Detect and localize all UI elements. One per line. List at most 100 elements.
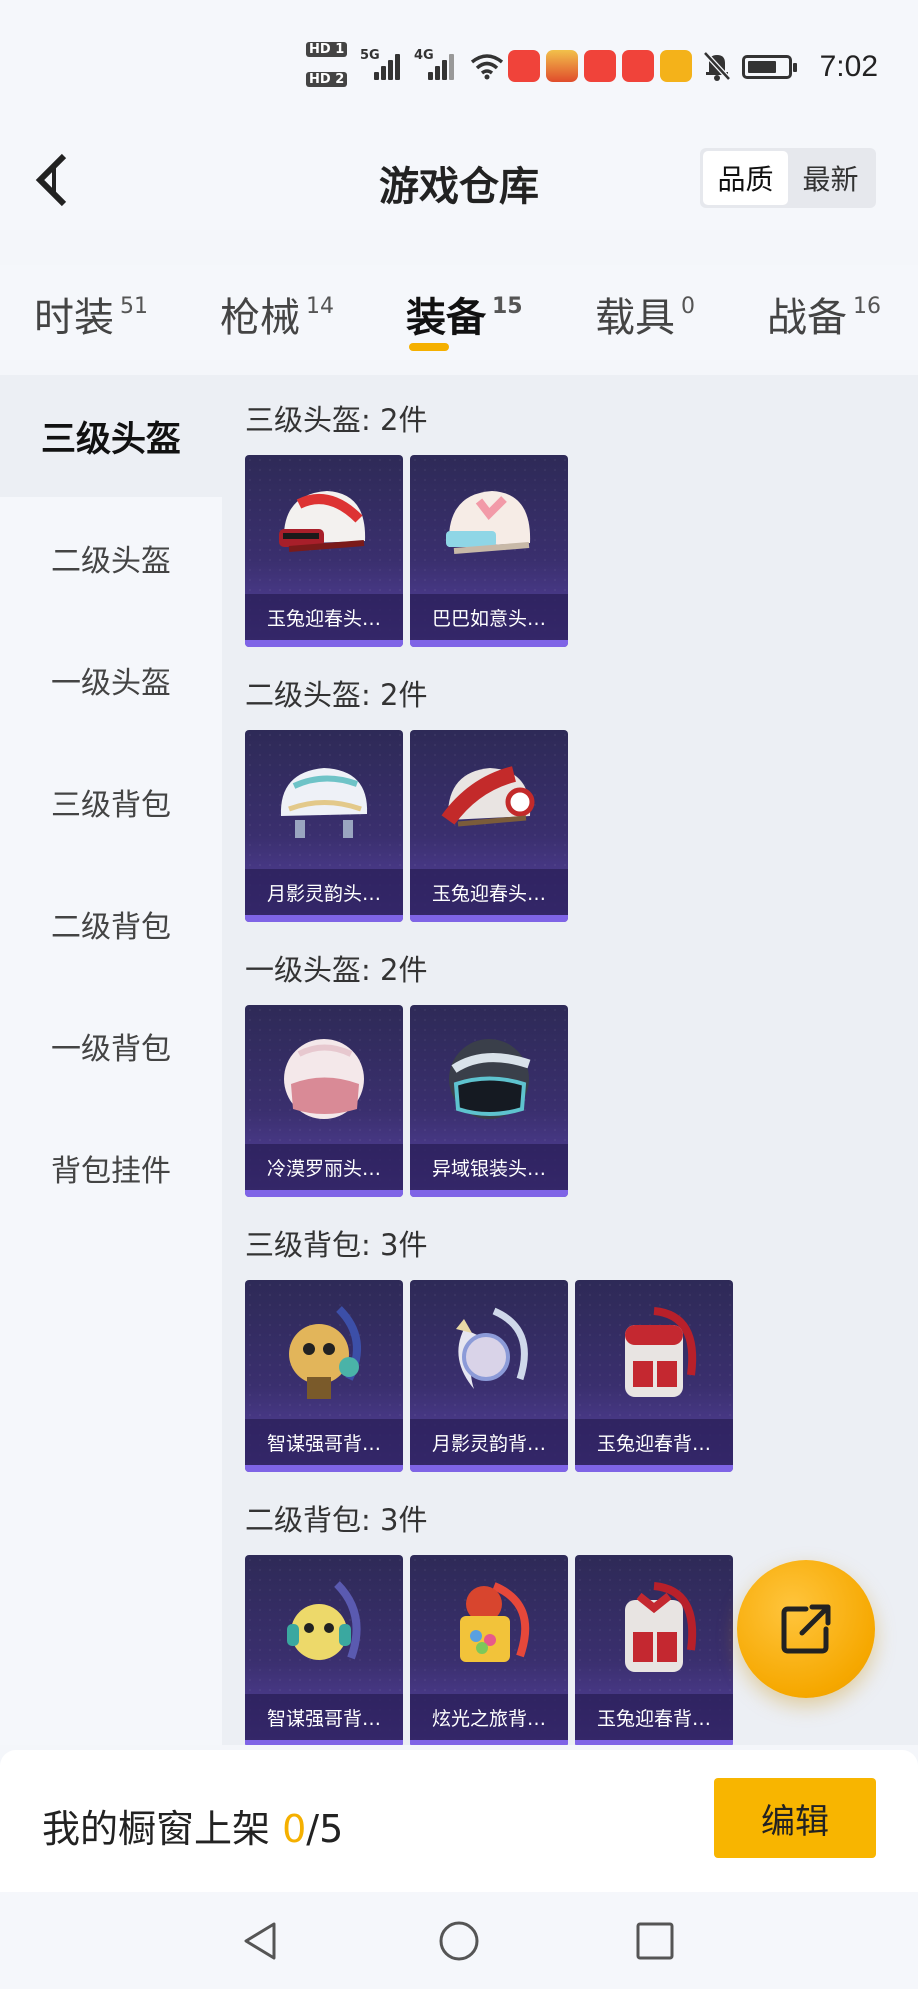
helmet-icon: [259, 1015, 389, 1143]
tab-firearms[interactable]: 枪械 14: [220, 285, 334, 343]
game-app-icon: [546, 50, 578, 82]
tab-count: 14: [306, 294, 334, 319]
section-title: 三级背包: 3件: [245, 1228, 428, 1262]
sidebar-item-backpack-charm[interactable]: 背包挂件: [0, 1107, 222, 1229]
rarity-bar: [245, 1740, 403, 1745]
showcase-count: 0: [282, 1807, 307, 1851]
sidebar-item-lv3-backpack[interactable]: 三级背包: [0, 741, 222, 863]
item-card[interactable]: 智谋强哥背…: [245, 1280, 403, 1472]
item-card[interactable]: 玉兔迎春背…: [575, 1555, 733, 1745]
nav-home-icon[interactable]: [438, 1920, 480, 1962]
sort-toggle: 品质 最新: [700, 148, 876, 208]
item-card[interactable]: 冷漠罗丽头…: [245, 1005, 403, 1197]
backpack-icon: [259, 1565, 389, 1693]
showcase-total: /5: [306, 1807, 344, 1851]
showcase-label: 我的橱窗上架: [42, 1807, 271, 1851]
rarity-bar: [245, 640, 403, 647]
huawei-app-icon-3: [622, 50, 654, 82]
sidebar-item-lv2-backpack[interactable]: 二级背包: [0, 863, 222, 985]
backpack-icon: [424, 1565, 554, 1693]
helmet-icon: [259, 465, 389, 593]
header: 游戏仓库 品质 最新: [0, 130, 918, 230]
item-name: 月影灵韵头…: [245, 869, 403, 915]
rarity-bar: [410, 640, 568, 647]
helmet-icon: [424, 465, 554, 593]
huawei-app-icon-2: [584, 50, 616, 82]
sidebar-item-lv1-backpack[interactable]: 一级背包: [0, 985, 222, 1107]
wifi-icon: [470, 54, 504, 80]
tab-count: 15: [492, 294, 523, 319]
item-card[interactable]: 月影灵韵头…: [245, 730, 403, 922]
edit-button[interactable]: 编辑: [714, 1778, 876, 1858]
battery-icon: [742, 55, 797, 79]
rarity-bar: [410, 915, 568, 922]
system-navigation-bar: [0, 1892, 918, 1989]
rarity-bar: [245, 1465, 403, 1472]
tab-count: 51: [120, 294, 148, 319]
active-tab-indicator: [409, 343, 449, 351]
helmet-icon: [259, 740, 389, 868]
rarity-bar: [410, 1740, 568, 1745]
helmet-icon: [424, 740, 554, 868]
item-name: 月影灵韵背…: [410, 1419, 568, 1465]
mute-bell-icon: [703, 51, 731, 81]
section-title: 二级背包: 3件: [245, 1503, 428, 1537]
tab-combat-gear[interactable]: 战备 16: [767, 285, 881, 343]
item-card[interactable]: 巴巴如意头…: [410, 455, 568, 647]
rarity-bar: [410, 1190, 568, 1197]
item-card[interactable]: 智谋强哥背…: [245, 1555, 403, 1745]
rarity-bar: [575, 1740, 733, 1745]
item-name: 玉兔迎春背…: [575, 1419, 733, 1465]
camera-app-icon: [660, 50, 692, 82]
item-name: 玉兔迎春头…: [410, 869, 568, 915]
item-name: 巴巴如意头…: [410, 594, 568, 640]
huawei-app-icon: [508, 50, 540, 82]
item-card[interactable]: 玉兔迎春头…: [410, 730, 568, 922]
clock: 7:02: [819, 50, 878, 83]
item-name: 玉兔迎春头…: [245, 594, 403, 640]
hd1-indicator: HD 1: [306, 42, 348, 57]
sidebar: 三级头盔 二级头盔 一级头盔 三级背包 二级背包 一级背包 背包挂件: [0, 375, 222, 1745]
tab-vehicles[interactable]: 载具 0: [595, 285, 695, 343]
item-card[interactable]: 玉兔迎春头…: [245, 455, 403, 647]
backpack-icon: [589, 1565, 719, 1693]
tab-count: 16: [853, 294, 881, 319]
sidebar-item-lv1-helmet[interactable]: 一级头盔: [0, 619, 222, 741]
item-name: 智谋强哥背…: [245, 1419, 403, 1465]
tab-equipment[interactable]: 装备 15: [406, 285, 523, 343]
sidebar-item-lv3-helmet[interactable]: 三级头盔: [0, 375, 222, 497]
sort-option-quality[interactable]: 品质: [703, 151, 788, 205]
section-title: 二级头盔: 2件: [245, 678, 428, 712]
item-name: 智谋强哥背…: [245, 1694, 403, 1740]
share-external-icon: [781, 1604, 831, 1654]
showcase-status: 我的橱窗上架 0/5: [42, 1798, 343, 1853]
rarity-bar: [575, 1465, 733, 1472]
signal-icon-2: [426, 50, 460, 80]
rarity-bar: [245, 915, 403, 922]
sort-option-newest[interactable]: 最新: [788, 151, 873, 205]
backpack-icon: [424, 1290, 554, 1418]
tab-costume[interactable]: 时装 51: [34, 285, 148, 343]
hd2-indicator: HD 2: [306, 72, 348, 87]
content-area: 三级头盔 二级头盔 一级头盔 三级背包 二级背包 一级背包 背包挂件 三级头盔:…: [0, 375, 918, 1745]
item-card[interactable]: 炫光之旅背…: [410, 1555, 568, 1745]
rarity-bar: [410, 1465, 568, 1472]
tab-label: 装备: [406, 295, 486, 341]
tab-count: 0: [681, 294, 695, 319]
tab-label: 时装: [34, 295, 114, 341]
rarity-bar: [245, 1190, 403, 1197]
share-button[interactable]: [737, 1560, 875, 1698]
item-card[interactable]: 月影灵韵背…: [410, 1280, 568, 1472]
nav-back-icon[interactable]: [240, 1920, 282, 1962]
helmet-icon: [424, 1015, 554, 1143]
tab-label: 战备: [767, 295, 847, 341]
tab-label: 载具: [595, 295, 675, 341]
sidebar-item-lv2-helmet[interactable]: 二级头盔: [0, 497, 222, 619]
tab-label: 枪械: [220, 295, 300, 341]
category-tabs: 时装 51 枪械 14 装备 15 载具 0 战备 16: [0, 265, 918, 360]
item-name: 冷漠罗丽头…: [245, 1144, 403, 1190]
nav-recents-icon[interactable]: [634, 1920, 676, 1962]
item-card[interactable]: 异域银装头…: [410, 1005, 568, 1197]
item-card[interactable]: 玉兔迎春背…: [575, 1280, 733, 1472]
section-title: 一级头盔: 2件: [245, 953, 428, 987]
